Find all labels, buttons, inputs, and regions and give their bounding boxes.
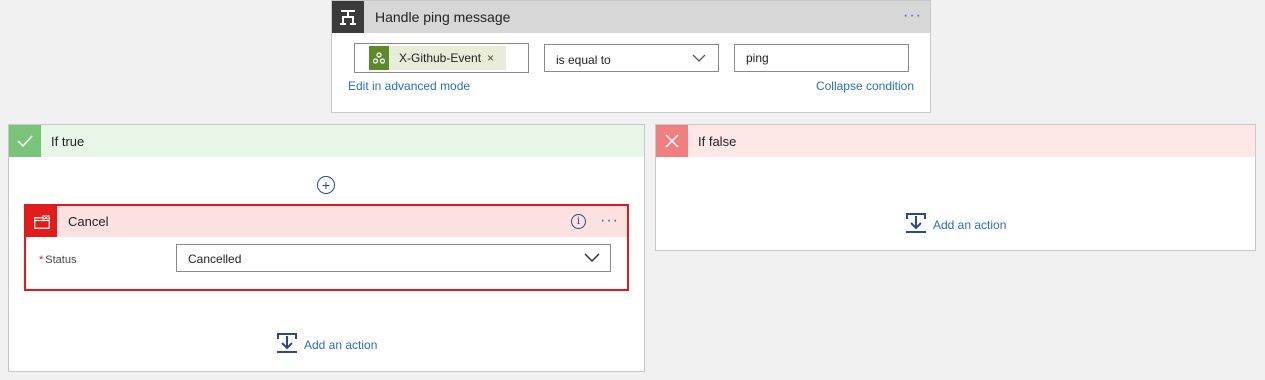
status-label: * Status: [39, 254, 76, 266]
collapse-condition-link[interactable]: Collapse condition: [816, 79, 914, 93]
condition-icon: [332, 1, 364, 33]
if-false-header[interactable]: If false: [656, 125, 1255, 157]
chevron-down-icon: [692, 52, 706, 66]
cancel-more-menu-button[interactable]: ···: [600, 213, 619, 229]
edit-advanced-mode-link[interactable]: Edit in advanced mode: [348, 79, 470, 93]
condition-title: Handle ping message: [375, 9, 511, 25]
condition-left-operand[interactable]: X-Github-Event ×: [354, 43, 529, 73]
token-label: X-Github-Event: [399, 51, 482, 65]
cancel-action-card: Cancel i ··· * Status Cancelled: [24, 204, 629, 291]
add-action-icon: [905, 212, 927, 237]
add-action-icon: [276, 332, 298, 357]
chevron-down-icon: [584, 252, 600, 266]
status-label-text: Status: [45, 254, 77, 266]
operator-dropdown[interactable]: is equal to: [544, 44, 719, 72]
if-true-branch: If true + Cancel i ··· * Status Cancelled: [8, 124, 645, 372]
condition-value-input[interactable]: [734, 44, 909, 72]
info-icon[interactable]: i: [571, 214, 586, 229]
dynamic-content-token[interactable]: X-Github-Event ×: [369, 46, 506, 70]
token-remove-icon[interactable]: ×: [487, 51, 494, 65]
condition-card: Handle ping message ··· X-Github-Event ×…: [331, 0, 931, 113]
add-action-label: Add an action: [933, 217, 1007, 232]
condition-header[interactable]: Handle ping message ···: [332, 1, 930, 33]
operator-value: is equal to: [556, 53, 611, 67]
add-action-label: Add an action: [304, 337, 378, 352]
cancel-action-title: Cancel: [68, 214, 109, 229]
if-false-branch: If false Add an action: [655, 124, 1256, 251]
checkmark-icon: [9, 125, 41, 157]
if-true-add-action-button[interactable]: Add an action: [276, 332, 377, 357]
webhook-icon: [369, 46, 389, 70]
close-icon: [656, 125, 688, 157]
required-mark: *: [39, 254, 44, 266]
status-dropdown[interactable]: Cancelled: [176, 244, 611, 272]
if-true-header[interactable]: If true: [9, 125, 644, 157]
if-false-add-action-button[interactable]: Add an action: [905, 212, 1006, 237]
condition-more-menu-button[interactable]: ···: [903, 8, 922, 24]
cancel-action-header[interactable]: Cancel i ···: [26, 206, 627, 237]
insert-step-button[interactable]: +: [317, 176, 335, 194]
cancel-window-icon: [26, 206, 57, 237]
status-value: Cancelled: [188, 252, 242, 266]
if-false-title: If false: [698, 134, 737, 149]
if-true-title: If true: [51, 134, 85, 149]
